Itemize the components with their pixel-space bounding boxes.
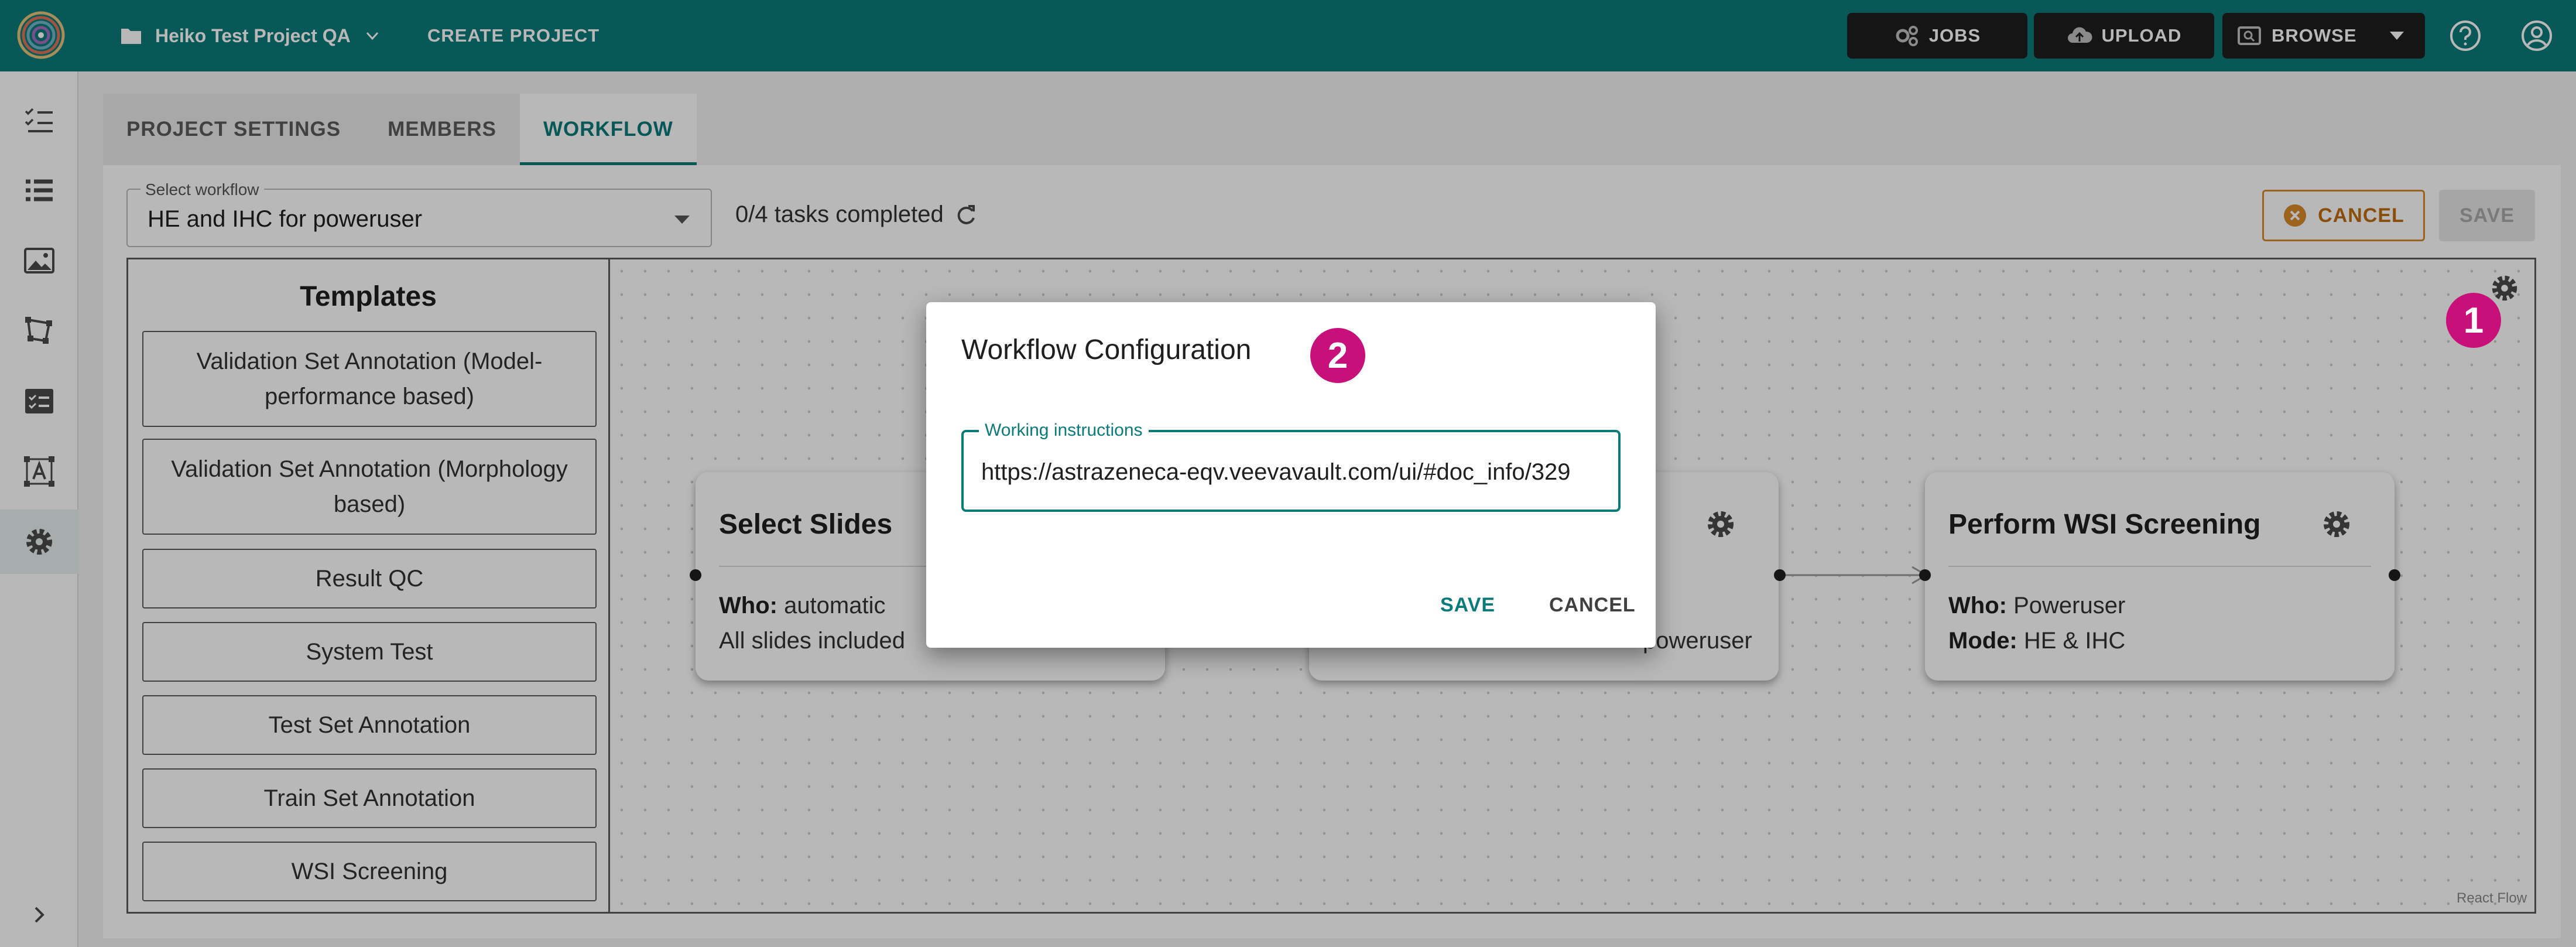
working-instructions-input[interactable] [981,454,1602,490]
dialog-title: Workflow Configuration [961,334,1252,365]
dialog-save-button[interactable]: SAVE [1440,594,1495,617]
working-instructions-label: Working instructions [979,420,1149,440]
annotation-marker-2: 2 [1310,328,1365,383]
working-instructions-field[interactable]: Working instructions [961,420,1621,512]
workflow-configuration-dialog: Workflow Configuration 2 Working instruc… [926,302,1656,648]
dialog-cancel-button[interactable]: CANCEL [1549,594,1636,617]
annotation-marker-1: 1 [2446,293,2501,348]
